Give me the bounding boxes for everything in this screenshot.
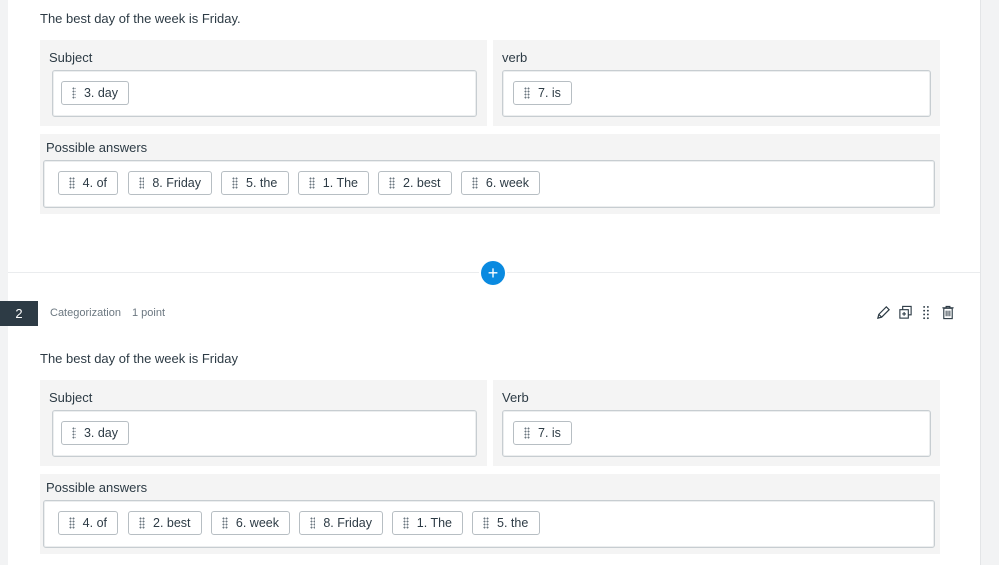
q1-category-subject: Subject 3. day bbox=[40, 40, 487, 126]
answer-chip[interactable]: 8. Friday bbox=[128, 171, 212, 195]
drag-handle-icon bbox=[222, 517, 228, 529]
possible-answers-label: Possible answers bbox=[46, 480, 148, 495]
q1-answers-pool[interactable]: 4. of 8. Friday 5. the 1. The 2. best 6.… bbox=[43, 160, 935, 208]
q1-subject-dropzone[interactable]: 3. day bbox=[52, 70, 477, 117]
q1-possible-answers: Possible answers 4. of 8. Friday 5. the … bbox=[40, 134, 940, 214]
drag-handle-icon bbox=[472, 177, 478, 189]
drag-handle-icon bbox=[389, 177, 395, 189]
pencil-icon[interactable] bbox=[875, 304, 891, 320]
drag-handle-icon bbox=[139, 177, 145, 189]
drag-handle-icon bbox=[309, 177, 315, 189]
q2-answers-pool[interactable]: 4. of 2. best 6. week 8. Friday 1. The 5… bbox=[43, 500, 935, 548]
answer-chip[interactable]: 2. best bbox=[128, 511, 202, 535]
question-number-badge: 2 bbox=[0, 301, 38, 326]
chip-label: 3. day bbox=[83, 426, 118, 440]
drag-handle-icon bbox=[139, 517, 145, 529]
answer-chip[interactable]: 5. the bbox=[221, 171, 289, 195]
answer-chip[interactable]: 7. is bbox=[513, 421, 572, 445]
chip-label: 6. week bbox=[485, 176, 529, 190]
chip-label: 5. the bbox=[497, 516, 529, 530]
drag-handle-icon bbox=[524, 87, 530, 99]
q1-category-verb: verb 7. is bbox=[493, 40, 940, 126]
chip-label: 2. best bbox=[403, 176, 441, 190]
q2-category-subject: Subject 3. day bbox=[40, 380, 487, 466]
answer-chip[interactable]: 4. of bbox=[58, 171, 118, 195]
chip-label: 7. is bbox=[538, 426, 561, 440]
drag-handle-icon bbox=[483, 517, 489, 529]
answer-chip[interactable]: 8. Friday bbox=[299, 511, 383, 535]
plus-icon: + bbox=[487, 263, 499, 283]
chip-label: 6. week bbox=[235, 516, 279, 530]
trash-icon[interactable] bbox=[940, 304, 956, 320]
q1-category-label: Subject bbox=[49, 50, 93, 65]
answer-chip[interactable]: 6. week bbox=[211, 511, 290, 535]
q2-possible-answers: Possible answers 4. of 2. best 6. week 8… bbox=[40, 474, 940, 554]
chip-label: 5. the bbox=[246, 176, 278, 190]
chip-label: 4. of bbox=[82, 176, 107, 190]
q2-category-label: Verb bbox=[502, 390, 529, 405]
chip-label: 1. The bbox=[322, 176, 358, 190]
answer-chip[interactable]: 3. day bbox=[61, 421, 129, 445]
question-type: Categorization bbox=[50, 307, 121, 319]
answer-chip[interactable]: 1. The bbox=[392, 511, 463, 535]
question-points: 1 point bbox=[132, 307, 166, 319]
drag-handle-icon bbox=[69, 177, 75, 189]
q2-category-label: Subject bbox=[49, 390, 93, 405]
possible-answers-label: Possible answers bbox=[46, 140, 148, 155]
answer-chip[interactable]: 7. is bbox=[513, 81, 572, 105]
page-edge bbox=[980, 0, 981, 565]
answer-chip[interactable]: 1. The bbox=[298, 171, 369, 195]
add-question-button[interactable]: + bbox=[481, 261, 505, 285]
answer-chip[interactable]: 3. day bbox=[61, 81, 129, 105]
chip-label: 3. day bbox=[83, 86, 118, 100]
q2-prompt: The best day of the week is Friday bbox=[40, 351, 238, 366]
copy-icon[interactable] bbox=[897, 304, 913, 320]
chip-label: 8. Friday bbox=[323, 516, 372, 530]
q2-verb-dropzone[interactable]: 7. is bbox=[502, 410, 931, 457]
q1-verb-dropzone[interactable]: 7. is bbox=[502, 70, 931, 117]
chip-label: 7. is bbox=[538, 86, 561, 100]
answer-chip[interactable]: 2. best bbox=[378, 171, 452, 195]
drag-handle-icon bbox=[310, 517, 316, 529]
chip-label: 4. of bbox=[82, 516, 107, 530]
drag-handle-icon bbox=[403, 517, 409, 529]
chip-label: 2. best bbox=[153, 516, 191, 530]
q2-category-verb: Verb 7. is bbox=[493, 380, 940, 466]
answer-chip[interactable]: 5. the bbox=[472, 511, 540, 535]
drag-handle-icon bbox=[69, 517, 75, 529]
drag-handle-icon bbox=[72, 427, 76, 439]
q1-category-label: verb bbox=[502, 50, 528, 65]
chip-label: 8. Friday bbox=[152, 176, 201, 190]
q1-prompt: The best day of the week is Friday. bbox=[40, 11, 241, 26]
drag-handle-icon bbox=[524, 427, 530, 439]
answer-chip[interactable]: 6. week bbox=[461, 171, 540, 195]
answer-chip[interactable]: 4. of bbox=[58, 511, 118, 535]
drag-handle-icon bbox=[232, 177, 238, 189]
chip-label: 1. The bbox=[416, 516, 452, 530]
drag-handle-icon bbox=[72, 87, 76, 99]
q2-subject-dropzone[interactable]: 3. day bbox=[52, 410, 477, 457]
drag-handle-icon[interactable] bbox=[918, 304, 934, 320]
